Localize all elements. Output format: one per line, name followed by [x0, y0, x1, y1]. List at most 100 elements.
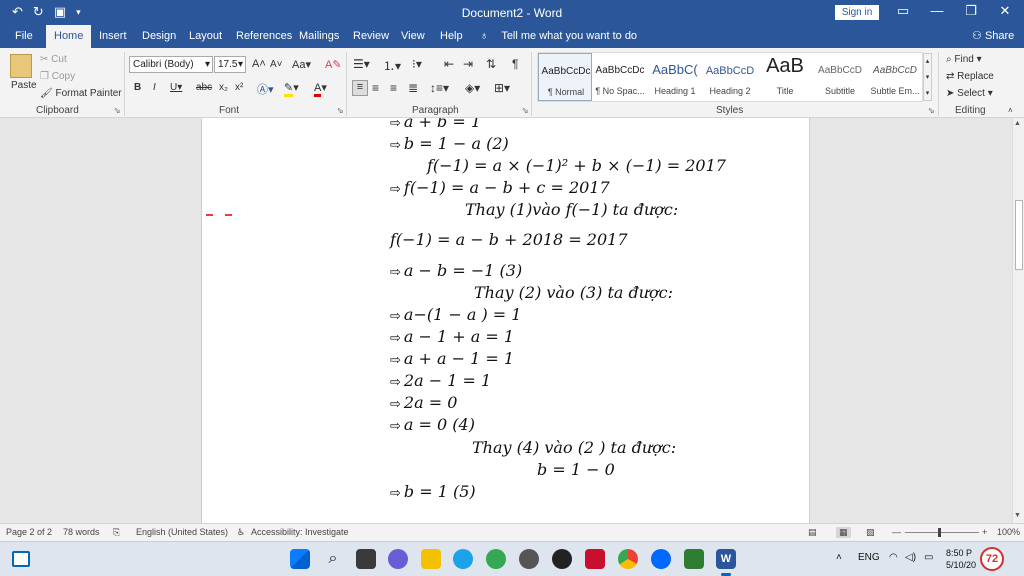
tab-insert[interactable]: Insert	[99, 25, 127, 48]
italic-icon[interactable]: I	[153, 82, 156, 93]
tab-mailings[interactable]: Mailings	[299, 25, 339, 48]
sort-icon[interactable]: ⇅	[486, 57, 496, 71]
equation-line[interactable]: ⇨ a = 0 (4)	[390, 415, 475, 434]
start-icon[interactable]	[290, 549, 310, 569]
equation-line[interactable]: f(−1) = a − b + 2018 = 2017	[390, 230, 628, 249]
collapse-ribbon-icon[interactable]: ˄	[1008, 106, 1013, 115]
minimize-button[interactable]: —	[922, 3, 952, 18]
decrease-indent-icon[interactable]: ⇤	[444, 57, 454, 71]
subscript-icon[interactable]: x₂	[219, 82, 228, 93]
chrome-icon[interactable]	[618, 549, 638, 569]
style-subtle-emphasis[interactable]: AaBbCcD Subtle Em...	[868, 53, 922, 101]
document-area[interactable]: ⇨ a + b = 1 ⇨ b = 1 − a (2) f(−1) = a × (−…	[0, 118, 1012, 523]
equation-line[interactable]: ⇨ f(−1) = a − b + c = 2017	[390, 178, 610, 197]
notification-badge[interactable]: 72	[980, 547, 1004, 571]
equation-line[interactable]: ⇨ a−(1 − a ) = 1	[390, 305, 521, 324]
share-button[interactable]: ⚇ Share	[972, 25, 1014, 48]
ribbon-display-icon[interactable]: ▭	[888, 3, 918, 19]
edge-icon[interactable]	[453, 549, 473, 569]
wifi-icon[interactable]: ◠	[889, 552, 898, 563]
tab-design[interactable]: Design	[142, 25, 176, 48]
zoom-slider[interactable]	[905, 532, 979, 533]
increase-indent-icon[interactable]: ⇥	[463, 57, 473, 71]
zoom-level[interactable]: 100%	[997, 527, 1020, 537]
zoom-slider-thumb[interactable]	[938, 528, 941, 537]
app-icon[interactable]	[552, 549, 572, 569]
tab-layout[interactable]: Layout	[189, 25, 222, 48]
input-language[interactable]: ENG	[858, 552, 880, 563]
language-status[interactable]: English (United States)	[136, 527, 228, 537]
scroll-down-icon[interactable]: ▼	[1014, 512, 1021, 519]
zalo-icon[interactable]	[651, 549, 671, 569]
shrink-font-icon[interactable]: A˅	[270, 59, 283, 70]
equation-line[interactable]: f(−1) = a × (−1)² + b × (−1) = 2017	[427, 156, 726, 175]
change-case-icon[interactable]: Aa▾	[292, 58, 311, 71]
tab-help[interactable]: Help	[440, 25, 463, 48]
show-formatting-icon[interactable]: ¶	[512, 57, 518, 71]
page-count[interactable]: Page 2 of 2	[6, 527, 52, 537]
document-page[interactable]: ⇨ a + b = 1 ⇨ b = 1 − a (2) f(−1) = a × (−…	[201, 118, 810, 523]
equation-line[interactable]: ⇨ a + a − 1 = 1	[390, 349, 514, 368]
word-icon[interactable]: W	[716, 549, 736, 569]
clear-formatting-icon[interactable]: A✎	[325, 58, 342, 71]
highlight-color-icon[interactable]: ✎▾	[284, 81, 299, 97]
equation-line[interactable]: ⇨ b = 1 (5)	[390, 482, 476, 501]
accessibility-status[interactable]: Accessibility: Investigate	[251, 527, 349, 537]
equation-line[interactable]: ⇨ 2a = 0	[390, 393, 457, 412]
equation-line[interactable]: b = 1 − 0	[537, 460, 615, 479]
file-explorer-icon[interactable]	[421, 549, 441, 569]
equation-line[interactable]: ⇨ 2a − 1 = 1	[390, 371, 491, 390]
task-view-icon[interactable]	[356, 549, 376, 569]
proofing-icon[interactable]: ⎘	[113, 527, 120, 538]
style-heading-2[interactable]: AaBbCcD Heading 2	[703, 53, 757, 101]
restore-button[interactable]: ❐	[956, 3, 986, 19]
equation-line[interactable]: ⇨ a + b = 1	[390, 118, 481, 131]
scroll-up-icon[interactable]: ▲	[1014, 120, 1021, 127]
chat-icon[interactable]	[388, 549, 408, 569]
text-effects-icon[interactable]: Ⓐ▾	[257, 81, 274, 97]
word-count[interactable]: 78 words	[63, 527, 100, 537]
tab-file[interactable]: File	[15, 25, 33, 48]
tab-references[interactable]: References	[236, 25, 292, 48]
replace-button[interactable]: ⇄ Replace	[946, 71, 994, 82]
find-button[interactable]: ⌕ Find ▾	[946, 54, 982, 65]
widgets-icon[interactable]	[12, 551, 30, 567]
search-icon[interactable]: ⌕	[323, 549, 343, 569]
font-name-select[interactable]: Calibri (Body) ▾	[129, 56, 213, 73]
equation-line[interactable]: ⇨ a − b = −1 (3)	[390, 261, 522, 280]
paste-button[interactable]: Paste	[11, 80, 37, 91]
tab-view[interactable]: View	[401, 25, 425, 48]
bullets-icon[interactable]: ☰▾	[353, 57, 370, 71]
format-painter-button[interactable]: 🖌 Format Painter	[40, 88, 122, 99]
volume-icon[interactable]: ◁)	[905, 552, 916, 563]
read-mode-icon[interactable]: ▤	[808, 527, 817, 538]
line-spacing-icon[interactable]: ↕≡▾	[430, 81, 449, 95]
strikethrough-icon[interactable]: abc	[196, 82, 212, 93]
tab-review[interactable]: Review	[353, 25, 389, 48]
style-subtitle[interactable]: AaBbCcD Subtitle	[813, 53, 867, 101]
align-left-icon[interactable]: ≡	[352, 80, 368, 96]
zoom-out-icon[interactable]: —	[892, 527, 901, 537]
close-button[interactable]: ✕	[990, 3, 1020, 19]
equation-line[interactable]: Thay (2) vào (3) ta được:	[474, 283, 673, 302]
sign-in-button[interactable]: Sign in	[835, 5, 879, 20]
styles-scroll[interactable]: ▴ ▾ ▾	[923, 53, 932, 101]
vertical-scrollbar[interactable]: ▲ ▼	[1012, 118, 1024, 523]
equation-line[interactable]: Thay (1)vào f(−1) ta được:	[465, 200, 678, 219]
cut-button[interactable]: ✂ Cut	[40, 54, 67, 65]
bold-icon[interactable]: B	[134, 82, 141, 93]
paste-icon[interactable]	[10, 54, 32, 78]
numbering-icon[interactable]: ⒈▾	[383, 57, 401, 74]
style-title[interactable]: AaB Title	[758, 53, 812, 101]
equation-line[interactable]: ⇨ b = 1 − a (2)	[390, 134, 509, 153]
print-layout-icon[interactable]: ▦	[836, 527, 851, 538]
clipboard-launcher-icon[interactable]: ⬂	[114, 106, 121, 115]
style-normal[interactable]: AaBbCcDc ¶ Normal	[538, 53, 592, 101]
justify-icon[interactable]: ≣	[408, 81, 418, 95]
chrome-alt-icon[interactable]	[486, 549, 506, 569]
font-color-icon[interactable]: A▾	[314, 81, 327, 97]
align-center-icon[interactable]: ≡	[372, 81, 379, 95]
paragraph-launcher-icon[interactable]: ⬂	[522, 106, 529, 115]
equation-line[interactable]: Thay (4) vào (2 ) ta được:	[472, 438, 676, 457]
mcafee-icon[interactable]	[585, 549, 605, 569]
